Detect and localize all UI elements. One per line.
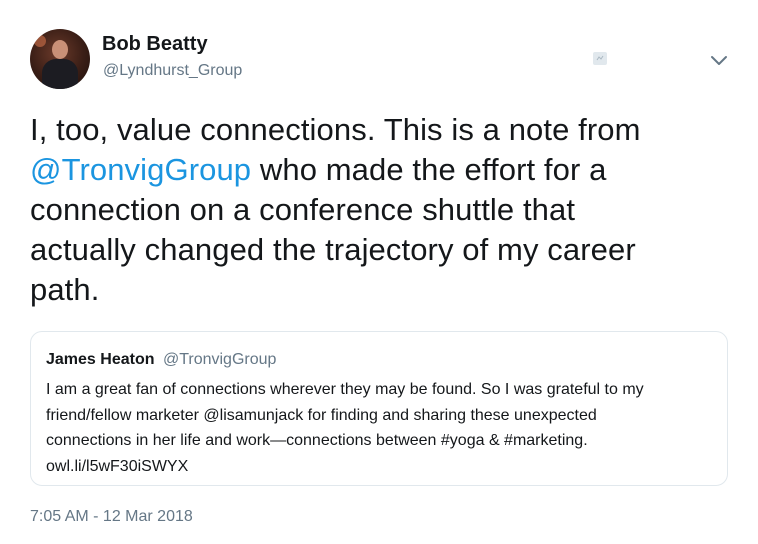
- quoted-tweet-text: I am a great fan of connections wherever…: [46, 377, 716, 479]
- quoted-author-handle: @TronvigGroup: [162, 351, 277, 368]
- chevron-down-icon[interactable]: [709, 50, 729, 70]
- quoted-tweet[interactable]: James Heaton @TronvigGroup I am a great …: [30, 331, 728, 486]
- tweet-text: I, too, value connections. This is a not…: [30, 110, 740, 310]
- follow-icon-glyph: [595, 54, 605, 63]
- follow-icon[interactable]: [593, 52, 607, 65]
- quoted-tweet-header: James Heaton @TronvigGroup: [46, 351, 276, 369]
- avatar-body: [42, 59, 78, 89]
- quoted-text-line: connections in her life and work—connect…: [46, 432, 588, 449]
- author-name[interactable]: Bob Beatty: [102, 33, 208, 56]
- quoted-link[interactable]: owl.li/l5wF30iSWYX: [46, 454, 716, 480]
- tweet-text-line: I, too, value connections. This is a not…: [30, 112, 641, 147]
- tweet-text-line: actually changed the trajectory of my ca…: [30, 232, 636, 267]
- avatar-head: [52, 40, 68, 59]
- quoted-text-line: friend/fellow marketer @lisamunjack for …: [46, 406, 597, 424]
- author-handle[interactable]: @Lyndhurst_Group: [103, 62, 242, 80]
- avatar-light: [34, 35, 46, 47]
- timestamp[interactable]: 7:05 AM - 12 Mar 2018: [30, 508, 193, 526]
- tweet-text-line: path.: [30, 272, 100, 307]
- quoted-text-line: I am a great fan of connections wherever…: [46, 381, 644, 398]
- quoted-author-name: James Heaton: [46, 351, 155, 368]
- tweet-text-fragment: who made the effort for a: [251, 152, 607, 187]
- tweet-text-line: @TronvigGroup who made the effort for a: [30, 150, 740, 190]
- mention-link[interactable]: @TronvigGroup: [30, 152, 251, 187]
- avatar[interactable]: [30, 29, 90, 89]
- tweet-card: Bob Beatty @Lyndhurst_Group I, too, valu…: [0, 0, 758, 544]
- tweet-text-line: connection on a conference shuttle that: [30, 192, 576, 227]
